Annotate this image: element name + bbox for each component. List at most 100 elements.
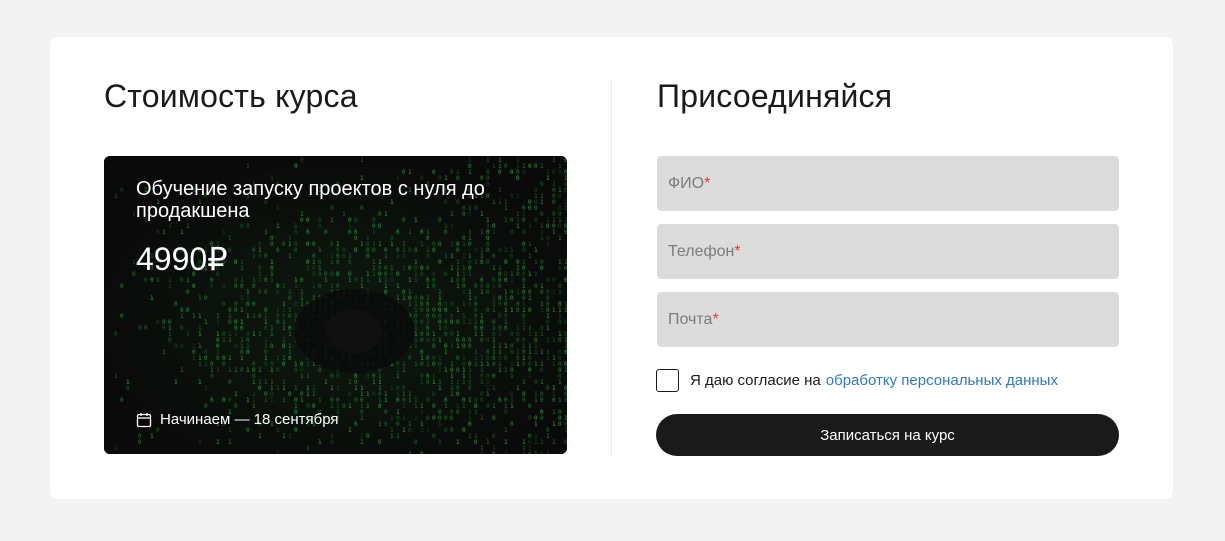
matrix-digit: 0 bbox=[546, 385, 550, 392]
matrix-digit: 1 bbox=[414, 403, 418, 410]
matrix-digit: 1 bbox=[450, 343, 454, 350]
matrix-digit: 1 bbox=[150, 295, 154, 302]
enroll-button[interactable]: Записаться на курс bbox=[656, 414, 1119, 456]
matrix-digit: 0 bbox=[444, 271, 448, 278]
matrix-digit: 1 bbox=[462, 289, 466, 296]
matrix-digit: 1 bbox=[198, 295, 202, 302]
matrix-digit: 1 bbox=[228, 367, 232, 374]
matrix-digit: 1 bbox=[504, 343, 508, 350]
matrix-digit: 0 bbox=[528, 307, 532, 314]
matrix-digit: 1 bbox=[318, 247, 322, 254]
matrix-digit: 1 bbox=[450, 253, 454, 260]
matrix-digit: 0 bbox=[366, 373, 370, 380]
matrix-digit: 0 bbox=[510, 295, 514, 302]
matrix-digit: 1 bbox=[264, 397, 268, 404]
matrix-digit: 0 bbox=[462, 427, 466, 434]
matrix-digit: 0 bbox=[432, 343, 436, 350]
matrix-digit: 1 bbox=[552, 361, 556, 368]
matrix-digit: 1 bbox=[474, 331, 478, 338]
matrix-digit: 1 bbox=[396, 373, 400, 380]
matrix-digit: 0 bbox=[450, 331, 454, 338]
matrix-digit: 0 bbox=[408, 247, 412, 254]
matrix-digit: 1 bbox=[468, 271, 472, 278]
matrix-digit: 0 bbox=[564, 229, 567, 236]
matrix-digit: 1 bbox=[318, 397, 322, 404]
matrix-digit: 1 bbox=[474, 361, 478, 368]
full-name-field[interactable]: ФИО * bbox=[657, 156, 1119, 211]
matrix-digit: 0 bbox=[270, 241, 274, 248]
matrix-digit: 1 bbox=[234, 367, 238, 374]
matrix-digit: 0 bbox=[366, 433, 370, 440]
matrix-digit: 0 bbox=[276, 319, 280, 326]
matrix-digit: 1 bbox=[114, 373, 118, 380]
email-field[interactable]: Почта * bbox=[657, 292, 1119, 347]
matrix-digit: 1 bbox=[546, 175, 550, 182]
matrix-digit: 0 bbox=[510, 169, 514, 176]
matrix-digit: 0 bbox=[144, 325, 148, 332]
matrix-digit: 0 bbox=[120, 313, 124, 320]
matrix-digit: 0 bbox=[336, 259, 340, 266]
matrix-digit: 0 bbox=[540, 367, 544, 374]
matrix-digit: 0 bbox=[420, 319, 424, 326]
consent-checkbox[interactable] bbox=[656, 369, 679, 392]
matrix-digit: 1 bbox=[294, 385, 298, 392]
matrix-digit: 1 bbox=[348, 277, 352, 284]
matrix-digit: 1 bbox=[528, 223, 532, 230]
matrix-digit: 0 bbox=[456, 247, 460, 254]
matrix-digit: 0 bbox=[186, 289, 190, 296]
matrix-digit: 1 bbox=[270, 367, 274, 374]
matrix-digit: 1 bbox=[504, 247, 508, 254]
matrix-digit: 1 bbox=[300, 397, 304, 404]
course-name: Обучение запуску проектов с нуля до прод… bbox=[136, 178, 485, 222]
personal-data-link[interactable]: обработку персональных данных bbox=[826, 372, 1058, 389]
matrix-digit: 0 bbox=[420, 451, 424, 454]
matrix-digit: 1 bbox=[552, 157, 556, 164]
matrix-digit: 0 bbox=[480, 337, 484, 344]
matrix-digit: 0 bbox=[180, 277, 184, 284]
matrix-digit: 1 bbox=[324, 277, 328, 284]
matrix-digit: 0 bbox=[312, 271, 316, 278]
matrix-digit: 1 bbox=[540, 439, 544, 446]
matrix-digit: 0 bbox=[510, 421, 514, 428]
matrix-digit: 1 bbox=[180, 229, 184, 236]
phone-field[interactable]: Телефон * bbox=[657, 224, 1119, 279]
matrix-digit: 0 bbox=[270, 343, 274, 350]
matrix-digit: 1 bbox=[384, 397, 388, 404]
matrix-digit: 1 bbox=[390, 433, 394, 440]
course-price-title: Стоимость курса bbox=[104, 78, 358, 114]
matrix-digit: 1 bbox=[432, 379, 436, 386]
matrix-digit: 0 bbox=[234, 343, 238, 350]
matrix-digit: 1 bbox=[270, 397, 274, 404]
matrix-digit: 0 bbox=[306, 229, 310, 236]
phone-placeholder: Телефон bbox=[668, 242, 735, 260]
matrix-digit: 1 bbox=[438, 439, 442, 446]
matrix-digit: 0 bbox=[222, 283, 226, 290]
matrix-digit: 0 bbox=[420, 307, 424, 314]
matrix-digit: 1 bbox=[552, 439, 556, 446]
matrix-digit: 0 bbox=[432, 415, 436, 422]
matrix-digit: 0 bbox=[264, 253, 268, 260]
matrix-digit: 0 bbox=[522, 169, 526, 176]
matrix-digit: 1 bbox=[360, 415, 364, 422]
matrix-digit: 0 bbox=[150, 277, 154, 284]
matrix-digit: 0 bbox=[420, 337, 424, 344]
matrix-digit: 0 bbox=[486, 403, 490, 410]
matrix-digit: 1 bbox=[444, 349, 448, 356]
matrix-digit: 0 bbox=[246, 349, 250, 356]
matrix-digit: 0 bbox=[222, 397, 226, 404]
matrix-digit: 0 bbox=[522, 247, 526, 254]
matrix-digit: 1 bbox=[372, 271, 376, 278]
matrix-digit: 1 bbox=[252, 379, 256, 386]
matrix-digit: 0 bbox=[222, 301, 226, 308]
matrix-digit: 0 bbox=[228, 379, 232, 386]
matrix-digit: 1 bbox=[348, 427, 352, 434]
matrix-digit: 0 bbox=[528, 451, 532, 454]
matrix-digit: 0 bbox=[324, 229, 328, 236]
matrix-digit: 0 bbox=[288, 313, 292, 320]
matrix-digit: 1 bbox=[378, 241, 382, 248]
consent-row: Я даю согласие на обработку персональных… bbox=[656, 369, 1058, 392]
matrix-digit: 0 bbox=[564, 157, 567, 164]
matrix-digit: 1 bbox=[402, 367, 406, 374]
matrix-digit: 1 bbox=[528, 295, 532, 302]
matrix-digit: 1 bbox=[552, 421, 556, 428]
